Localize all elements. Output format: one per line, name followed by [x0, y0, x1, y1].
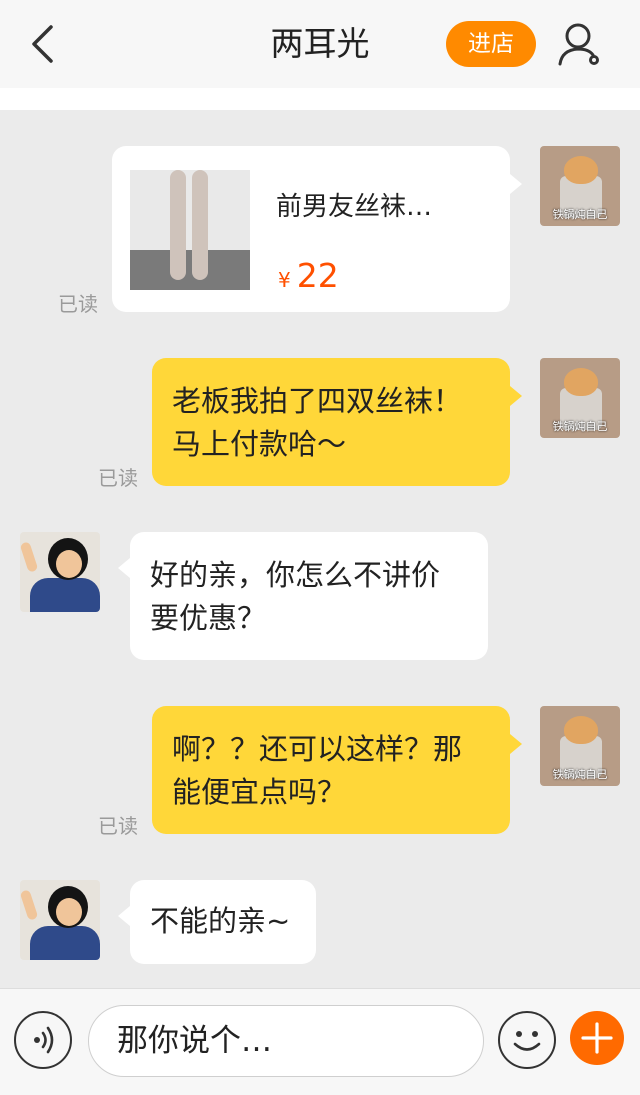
enter-shop-button[interactable]: 进店 [446, 21, 536, 67]
header-divider [0, 88, 640, 110]
voice-button[interactable] [14, 1011, 72, 1069]
message-line: 好的亲，你怎么不讲价 [150, 558, 441, 592]
header: 两耳光 进店 [0, 0, 640, 88]
read-status: 已读 [98, 466, 138, 490]
message-line: 马上付款哈～ [172, 427, 347, 461]
avatar-caption: 铁锅炖自己 [552, 768, 608, 781]
message-line: 老板我拍了四双丝袜！ [172, 384, 463, 418]
back-button[interactable] [22, 22, 62, 66]
my-avatar[interactable]: 铁锅炖自己 [540, 706, 620, 786]
message-input[interactable]: 那你说个… [88, 1005, 484, 1077]
read-status: 已读 [98, 814, 138, 838]
received-message[interactable]: 不能的亲~ [118, 880, 316, 964]
product-price: ¥22 [278, 254, 339, 302]
smiley-icon [513, 1031, 541, 1051]
chevron-left-icon [32, 25, 53, 63]
my-avatar[interactable]: 铁锅炖自己 [540, 358, 620, 438]
sent-message[interactable]: 老板我拍了四双丝袜！ 马上付款哈～ [152, 358, 522, 486]
product-title: 前男友丝袜… [276, 192, 433, 222]
more-actions-button[interactable] [570, 1011, 624, 1065]
seller-avatar[interactable] [20, 880, 100, 960]
message-line: 要优惠？ [150, 601, 267, 635]
received-message[interactable]: 好的亲，你怎么不讲价 要优惠？ [118, 532, 488, 660]
user-settings-icon [558, 23, 599, 66]
chat-area[interactable]: 已读 前男友丝袜… ¥22 铁锅炖自己 已读 老板我拍了四双丝袜！ 马上付款哈～… [0, 110, 640, 988]
voice-icon [34, 1026, 54, 1054]
my-avatar[interactable]: 铁锅炖自己 [540, 146, 620, 226]
product-card[interactable]: 前男友丝袜… ¥22 [112, 146, 522, 312]
currency-symbol: ¥ [278, 268, 291, 292]
seller-avatar[interactable] [20, 532, 100, 612]
chat-title: 两耳光 [270, 24, 370, 63]
user-settings-button[interactable] [556, 20, 606, 70]
plus-icon [581, 1022, 613, 1054]
emoji-button[interactable] [498, 1011, 556, 1069]
input-bar: 那你说个… [0, 988, 640, 1095]
message-line: 啊？？还可以这样？那 [172, 732, 463, 766]
avatar-caption: 铁锅炖自己 [552, 208, 608, 221]
product-image[interactable] [130, 170, 250, 290]
read-status: 已读 [58, 292, 98, 316]
price-value: 22 [296, 256, 339, 295]
message-line: 不能的亲~ [150, 904, 291, 938]
avatar-caption: 铁锅炖自己 [552, 420, 608, 433]
message-line: 能便宜点吗？ [172, 775, 347, 809]
sent-message[interactable]: 啊？？还可以这样？那 能便宜点吗？ [152, 706, 522, 834]
